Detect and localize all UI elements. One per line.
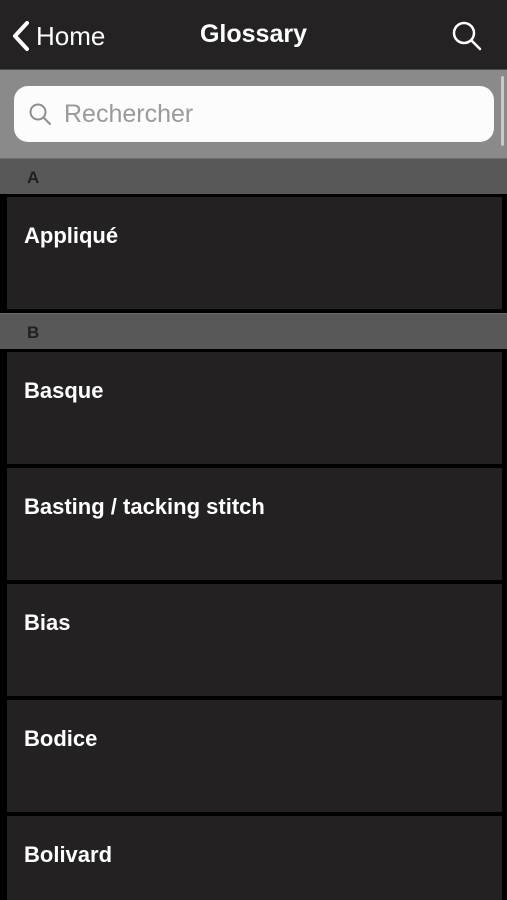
- back-label: Home: [36, 20, 106, 51]
- search-field[interactable]: [14, 86, 494, 142]
- search-button[interactable]: [451, 20, 483, 52]
- list-item-label: Appliqué: [24, 223, 119, 248]
- list-item[interactable]: Bolivard: [7, 816, 502, 900]
- list-item-label: Basque: [24, 378, 104, 403]
- list-item-label: Bias: [24, 610, 71, 635]
- list-item[interactable]: Basting / tacking stitch: [7, 468, 502, 580]
- list-item[interactable]: Bodice: [7, 700, 502, 812]
- list-item[interactable]: Bias: [7, 584, 502, 696]
- search-icon: [29, 103, 51, 125]
- chevron-left-icon: [13, 21, 29, 51]
- section-letter: A: [27, 168, 40, 187]
- glossary-list: A Appliqué B Basque Basting / tacking st…: [0, 158, 507, 900]
- list-item[interactable]: Basque: [7, 352, 502, 464]
- scroll-indicator[interactable]: [501, 76, 504, 146]
- list-item-label: Bodice: [24, 726, 98, 751]
- section-header-a: A: [0, 158, 507, 194]
- section-letter: B: [27, 323, 40, 342]
- back-button[interactable]: Home: [12, 18, 105, 54]
- list-item[interactable]: Appliqué: [7, 197, 502, 309]
- navigation-bar: Home Glossary: [0, 0, 507, 70]
- search-bar-container: [0, 70, 507, 158]
- section-header-b: B: [0, 313, 507, 349]
- search-icon: [452, 21, 482, 51]
- list-item-label: Bolivard: [24, 842, 113, 867]
- search-input[interactable]: [62, 98, 466, 130]
- list-item-label: Basting / tacking stitch: [24, 494, 265, 519]
- glossary-screen: Home Glossary A Appliqué B: [0, 0, 507, 900]
